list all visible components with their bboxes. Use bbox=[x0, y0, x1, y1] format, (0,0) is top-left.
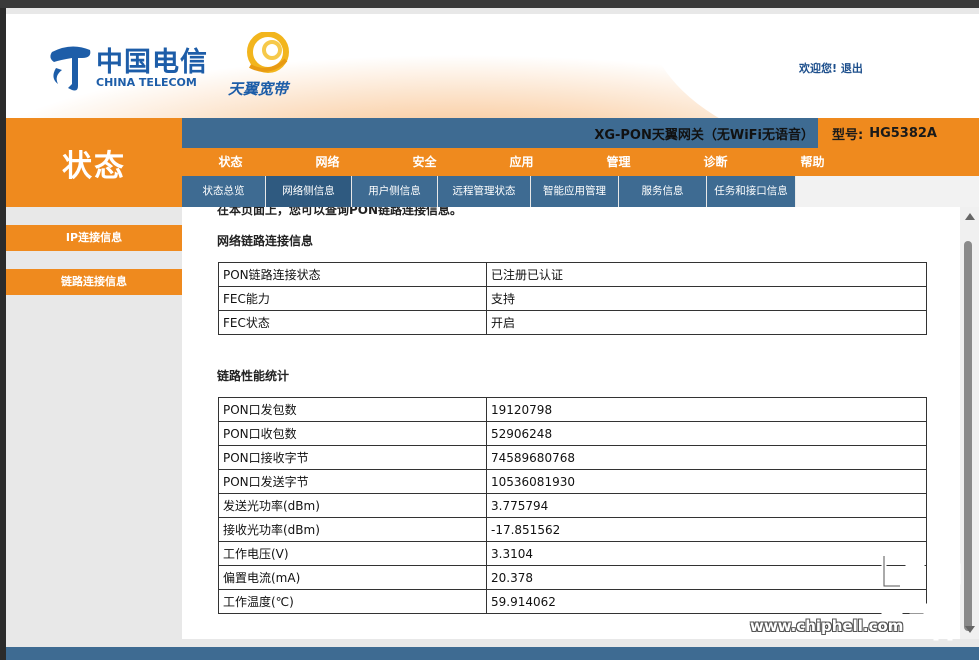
table-row: FEC能力 支持 bbox=[218, 286, 927, 311]
row-label: PON口收包数 bbox=[218, 421, 487, 446]
nav-network[interactable]: 网络 bbox=[279, 148, 376, 176]
table-row: PON口发送字节 10536081930 bbox=[218, 469, 927, 494]
tab-status-overview[interactable]: 状态总览 bbox=[182, 176, 266, 207]
browser-top-edge bbox=[0, 0, 979, 8]
side-item-link-connection[interactable]: 链路连接信息 bbox=[6, 269, 182, 295]
model-label: 型号: bbox=[832, 127, 864, 143]
side-menu: IP连接信息 链路连接信息 bbox=[6, 207, 182, 660]
row-value: -17.851562 bbox=[486, 517, 927, 542]
row-value: 开启 bbox=[486, 310, 927, 335]
china-telecom-logo: 中国电信 CHINA TELECOM bbox=[48, 38, 208, 98]
table-row: PON口收包数 52906248 bbox=[218, 421, 927, 446]
brand-en: CHINA TELECOM bbox=[96, 76, 197, 89]
logout-link[interactable]: 退出 bbox=[841, 62, 863, 75]
row-value: 74589680768 bbox=[486, 445, 927, 470]
row-label: FEC状态 bbox=[218, 310, 487, 335]
tab-user-side-info[interactable]: 用户侧信息 bbox=[352, 176, 438, 207]
row-label: FEC能力 bbox=[218, 286, 487, 311]
row-label: 接收光功率(dBm) bbox=[218, 517, 487, 542]
tab-smart-app-management[interactable]: 智能应用管理 bbox=[531, 176, 619, 207]
nav-security[interactable]: 安全 bbox=[376, 148, 473, 176]
row-value: 19120798 bbox=[486, 397, 927, 422]
footer-bar bbox=[6, 647, 979, 660]
row-label: PON链路连接状态 bbox=[218, 262, 487, 287]
table-row: 偏置电流(mA) 20.378 bbox=[218, 565, 927, 590]
row-value: 3.775794 bbox=[486, 493, 927, 518]
nav-application[interactable]: 应用 bbox=[473, 148, 570, 176]
perf-stats-title: 链路性能统计 bbox=[217, 369, 290, 383]
table-row: PON链路连接状态 已注册已认证 bbox=[218, 262, 927, 287]
page-header: 中国电信 CHINA TELECOM 天翼宽带 欢迎您! 退出 bbox=[6, 14, 979, 126]
row-label: 工作电压(V) bbox=[218, 541, 487, 566]
nav-management[interactable]: 管理 bbox=[570, 148, 667, 176]
model-value: HG5382A bbox=[869, 125, 937, 141]
china-telecom-mark-icon bbox=[50, 46, 91, 91]
row-label: PON口发送字节 bbox=[218, 469, 487, 494]
row-value: 59.914062 bbox=[486, 589, 927, 614]
link-info-table: PON链路连接状态 已注册已认证 FEC能力 支持 FEC状态 开启 bbox=[218, 262, 927, 335]
model-badge: 型号: HG5382A bbox=[818, 118, 979, 148]
link-info-title: 网络链路连接信息 bbox=[217, 234, 314, 248]
main-nav: 状态 网络 安全 应用 管理 诊断 帮助 bbox=[182, 148, 979, 176]
side-item-ip-connection[interactable]: IP连接信息 bbox=[6, 225, 182, 251]
tab-remote-management-status[interactable]: 远程管理状态 bbox=[438, 176, 531, 207]
section-title: 状态 bbox=[62, 149, 126, 184]
brand-cn: 中国电信 bbox=[96, 47, 208, 78]
row-value: 20.378 bbox=[486, 565, 927, 590]
table-row: PON口接收字节 74589680768 bbox=[218, 445, 927, 470]
nav-help[interactable]: 帮助 bbox=[764, 148, 861, 176]
perf-stats-table: PON口发包数 19120798 PON口收包数 52906248 PON口接收字节 74… bbox=[218, 397, 927, 614]
scroll-up-arrow-icon[interactable] bbox=[965, 213, 975, 220]
section-title-block: 状态 bbox=[6, 118, 182, 208]
tab-task-and-interface-info[interactable]: 任务和接口信息 bbox=[707, 176, 796, 207]
row-value: 已注册已认证 bbox=[486, 262, 927, 287]
table-row: 发送光功率(dBm) 3.775794 bbox=[218, 493, 927, 518]
welcome-area: 欢迎您! 退出 bbox=[799, 60, 863, 76]
row-value: 3.3104 bbox=[486, 541, 927, 566]
table-row: 工作电压(V) 3.3104 bbox=[218, 541, 927, 566]
tianyi-swirl-icon bbox=[247, 32, 289, 73]
tab-service-info[interactable]: 服务信息 bbox=[619, 176, 707, 207]
gateway-bar: XG-PON天翼网关（无WiFi无语音） 型号: HG5382A bbox=[182, 118, 979, 148]
row-label: 工作温度(℃) bbox=[218, 589, 487, 614]
welcome-text: 欢迎您! bbox=[799, 62, 838, 75]
nav-status[interactable]: 状态 bbox=[182, 148, 279, 176]
tianyi-logo: 天翼宽带 bbox=[226, 32, 306, 102]
product-brand: 天翼宽带 bbox=[228, 80, 289, 98]
row-label: PON口发包数 bbox=[218, 397, 487, 422]
table-row: 工作温度(℃) 59.914062 bbox=[218, 589, 927, 614]
router-admin-page: 中国电信 CHINA TELECOM 天翼宽带 欢迎您! 退出 状态 XG-PO… bbox=[6, 8, 979, 660]
sub-nav: 状态总览 网络侧信息 用户侧信息 远程管理状态 智能应用管理 服务信息 任务和接… bbox=[182, 176, 979, 207]
row-value: 支持 bbox=[486, 286, 927, 311]
row-label: PON口接收字节 bbox=[218, 445, 487, 470]
tab-network-side-info[interactable]: 网络侧信息 bbox=[266, 176, 352, 207]
table-row: PON口发包数 19120798 bbox=[218, 397, 927, 422]
gateway-name: XG-PON天翼网关（无WiFi无语音） bbox=[594, 128, 814, 143]
page-description: 在本页面上，您可以查询PON链路连接信息。 bbox=[217, 207, 463, 217]
row-label: 偏置电流(mA) bbox=[218, 565, 487, 590]
row-value: 52906248 bbox=[486, 421, 927, 446]
table-row: FEC状态 开启 bbox=[218, 310, 927, 335]
nav-diagnostics[interactable]: 诊断 bbox=[667, 148, 764, 176]
row-label: 发送光功率(dBm) bbox=[218, 493, 487, 518]
content-panel: 在本页面上，您可以查询PON链路连接信息。 网络链路连接信息 PON链路连接状态… bbox=[182, 207, 971, 639]
watermark-site: www.chiphell.com bbox=[750, 617, 904, 635]
table-row: 接收光功率(dBm) -17.851562 bbox=[218, 517, 927, 542]
row-value: 10536081930 bbox=[486, 469, 927, 494]
